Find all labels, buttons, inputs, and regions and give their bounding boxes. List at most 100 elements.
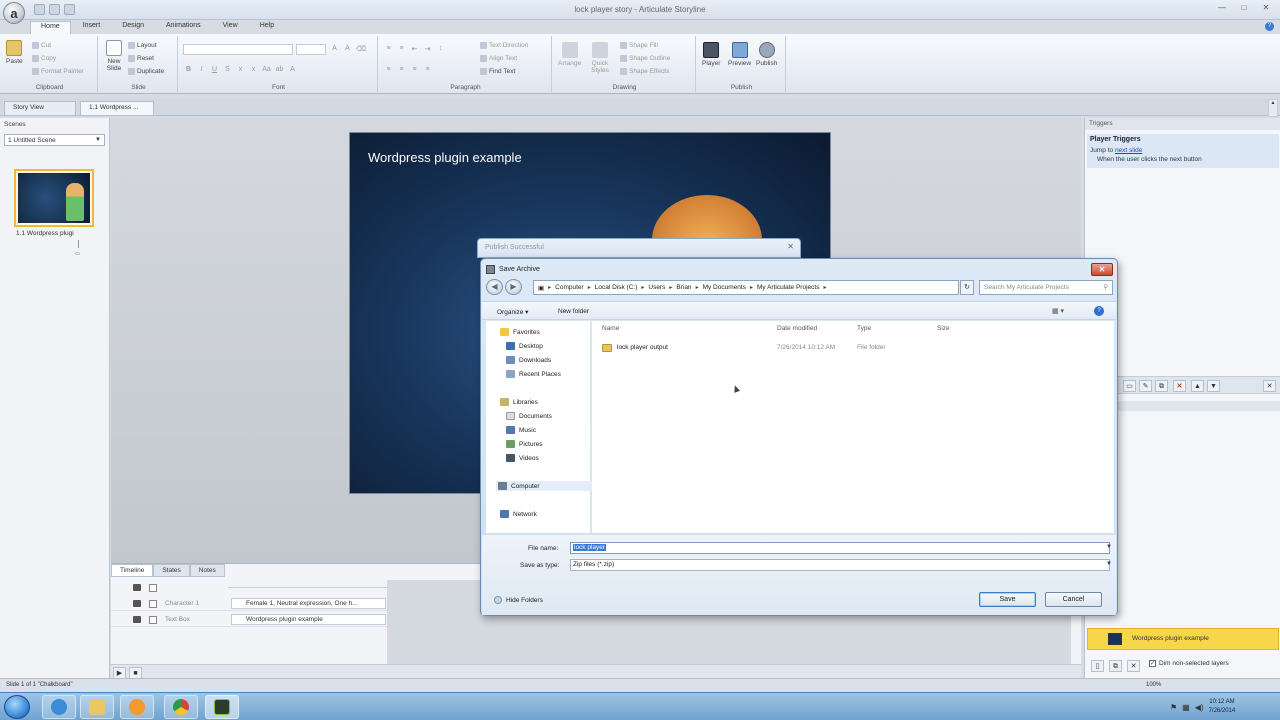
align-center-icon[interactable]: ≡ (397, 66, 406, 75)
nav-computer[interactable]: Computer (496, 481, 594, 491)
column-header-type[interactable]: Type (857, 325, 871, 332)
align-text-button[interactable]: Align Text (480, 55, 517, 62)
reset-button[interactable]: Reset (128, 55, 154, 62)
trigger-item[interactable]: Jump to next slide (1090, 147, 1142, 154)
underline-icon[interactable]: U (210, 66, 219, 75)
shrink-font-icon[interactable]: A (343, 45, 352, 54)
column-header-name[interactable]: Name (602, 325, 619, 332)
maximize-button[interactable]: □ (1234, 2, 1254, 14)
address-bar[interactable]: ▣ ▸ Computer ▸ Local Disk (C:) ▸ Users ▸ Bri… (533, 280, 959, 295)
volume-icon[interactable]: ◀) (1195, 703, 1204, 712)
arrange-button[interactable]: Arrange (558, 42, 581, 67)
network-icon[interactable]: ▦ (1182, 703, 1190, 712)
cancel-button[interactable]: Cancel (1045, 592, 1102, 607)
eye-icon[interactable] (133, 600, 141, 607)
next-slide-link[interactable]: next slide (1115, 147, 1142, 154)
shape-effects-button[interactable]: Shape Effects (620, 68, 669, 75)
search-input[interactable]: Search My Articulate Projects ⚲ (979, 280, 1113, 295)
text-direction-button[interactable]: Text Direction (480, 42, 528, 49)
breadcrumb-item[interactable]: Computer (555, 284, 584, 291)
timeline-bar[interactable]: Female 1, Neutral expression, One h... (231, 598, 386, 609)
delete-trigger-icon[interactable]: ✕ (1173, 380, 1186, 392)
tab-design[interactable]: Design (112, 21, 154, 34)
grow-font-icon[interactable]: A (330, 45, 339, 54)
delete-layer-icon[interactable]: ✕ (1127, 660, 1140, 672)
tab-timeline[interactable]: Timeline (111, 564, 154, 577)
taskbar-storyline[interactable] (205, 695, 239, 719)
taskbar-chrome[interactable] (164, 695, 198, 719)
taskbar-explorer[interactable] (80, 695, 114, 719)
player-button[interactable]: Player (702, 42, 720, 67)
change-case-icon[interactable]: Aa (262, 66, 271, 75)
shape-fill-button[interactable]: Shape Fill (620, 42, 658, 49)
find-text-button[interactable]: Find Text (480, 68, 515, 75)
nav-desktop[interactable]: Desktop (506, 342, 543, 350)
breadcrumb-item[interactable]: Brian (676, 284, 691, 291)
start-button[interactable] (4, 695, 30, 719)
back-arrow-icon[interactable]: ◀ (486, 279, 503, 295)
layer-row[interactable]: Wordpress plugin example (1087, 628, 1279, 650)
paste-button[interactable]: Paste (6, 40, 23, 65)
eye-icon[interactable] (133, 616, 141, 623)
tab-notes[interactable]: Notes (189, 564, 225, 577)
duplicate-layer-icon[interactable]: ⧉ (1109, 660, 1122, 672)
timeline-bar[interactable]: Wordpress plugin example (231, 614, 386, 625)
tab-states[interactable]: States (153, 564, 190, 577)
justify-icon[interactable]: ≡ (423, 66, 432, 75)
superscript-icon[interactable]: x (249, 66, 258, 75)
organize-button[interactable]: Organize ▾ (497, 308, 528, 316)
nav-libraries[interactable]: Libraries (500, 398, 538, 406)
zoom-level[interactable]: 100% (1146, 682, 1161, 688)
align-left-icon[interactable]: ≡ (384, 66, 393, 75)
breadcrumb-item[interactable]: My Articulate Projects (757, 284, 820, 291)
cut-button[interactable]: Cut (32, 42, 51, 49)
close-window-button[interactable]: ✕ (1256, 2, 1276, 14)
copy-button[interactable]: Copy (32, 55, 56, 62)
nav-videos[interactable]: Videos (506, 454, 539, 462)
help-icon[interactable]: ? (1265, 22, 1274, 31)
column-header-date[interactable]: Date modified (777, 325, 817, 332)
preview-button[interactable]: Preview (728, 42, 751, 67)
hide-folders-toggle[interactable]: Hide Folders (494, 596, 543, 604)
save-type-select[interactable]: Zip files (*.zip) (570, 559, 1110, 571)
taskbar-ie[interactable] (42, 695, 76, 719)
nav-pictures[interactable]: Pictures (506, 440, 542, 448)
layout-button[interactable]: Layout (128, 42, 157, 49)
format-painter-button[interactable]: Format Painter (32, 68, 84, 75)
nav-network[interactable]: Network (500, 510, 537, 518)
decrease-indent-icon[interactable]: ⇤ (410, 45, 419, 54)
eye-icon[interactable] (133, 584, 141, 591)
align-right-icon[interactable]: ≡ (410, 66, 419, 75)
nav-downloads[interactable]: Downloads (506, 356, 551, 364)
flag-icon[interactable]: ⚑ (1170, 703, 1177, 712)
move-down-icon[interactable]: ▼ (1207, 380, 1220, 392)
minimize-button[interactable]: — (1212, 2, 1232, 14)
chevron-down-icon[interactable]: ▼ (1106, 561, 1112, 567)
tab-animations[interactable]: Animations (156, 21, 211, 34)
column-header-size[interactable]: Size (937, 325, 950, 332)
close-button[interactable]: ✕ (1091, 263, 1113, 276)
slide-title[interactable]: Wordpress plugin example (368, 150, 522, 165)
clock[interactable]: 10:12 AM 7/26/2014 (1209, 698, 1236, 716)
tab-insert[interactable]: Insert (73, 21, 111, 34)
subscript-icon[interactable]: x (236, 66, 245, 75)
duplicate-button[interactable]: Duplicate (128, 68, 164, 75)
clear-format-icon[interactable]: ⌫ (356, 45, 366, 54)
close-panel-icon[interactable]: ✕ (1263, 380, 1276, 392)
move-up-icon[interactable]: ▲ (1191, 380, 1204, 392)
nav-documents[interactable]: Documents (506, 412, 552, 420)
chevron-down-icon[interactable]: ▼ (1106, 544, 1112, 550)
strikethrough-icon[interactable]: S (223, 66, 232, 75)
new-slide-button[interactable]: New Slide (104, 40, 124, 72)
dim-checkbox[interactable]: ✓ (1149, 660, 1156, 667)
breadcrumb-item[interactable]: Users (648, 284, 665, 291)
copy-trigger-icon[interactable]: ⧉ (1155, 380, 1168, 392)
nav-music[interactable]: Music (506, 426, 536, 434)
publish-button[interactable]: Publish (756, 42, 777, 67)
lock-checkbox[interactable] (149, 616, 157, 624)
italic-icon[interactable]: I (197, 66, 206, 75)
help-icon[interactable]: ? (1094, 306, 1104, 316)
highlight-icon[interactable]: ab (275, 66, 284, 75)
bullets-icon[interactable]: ≡ (384, 45, 393, 54)
font-color-icon[interactable]: A (288, 66, 297, 75)
